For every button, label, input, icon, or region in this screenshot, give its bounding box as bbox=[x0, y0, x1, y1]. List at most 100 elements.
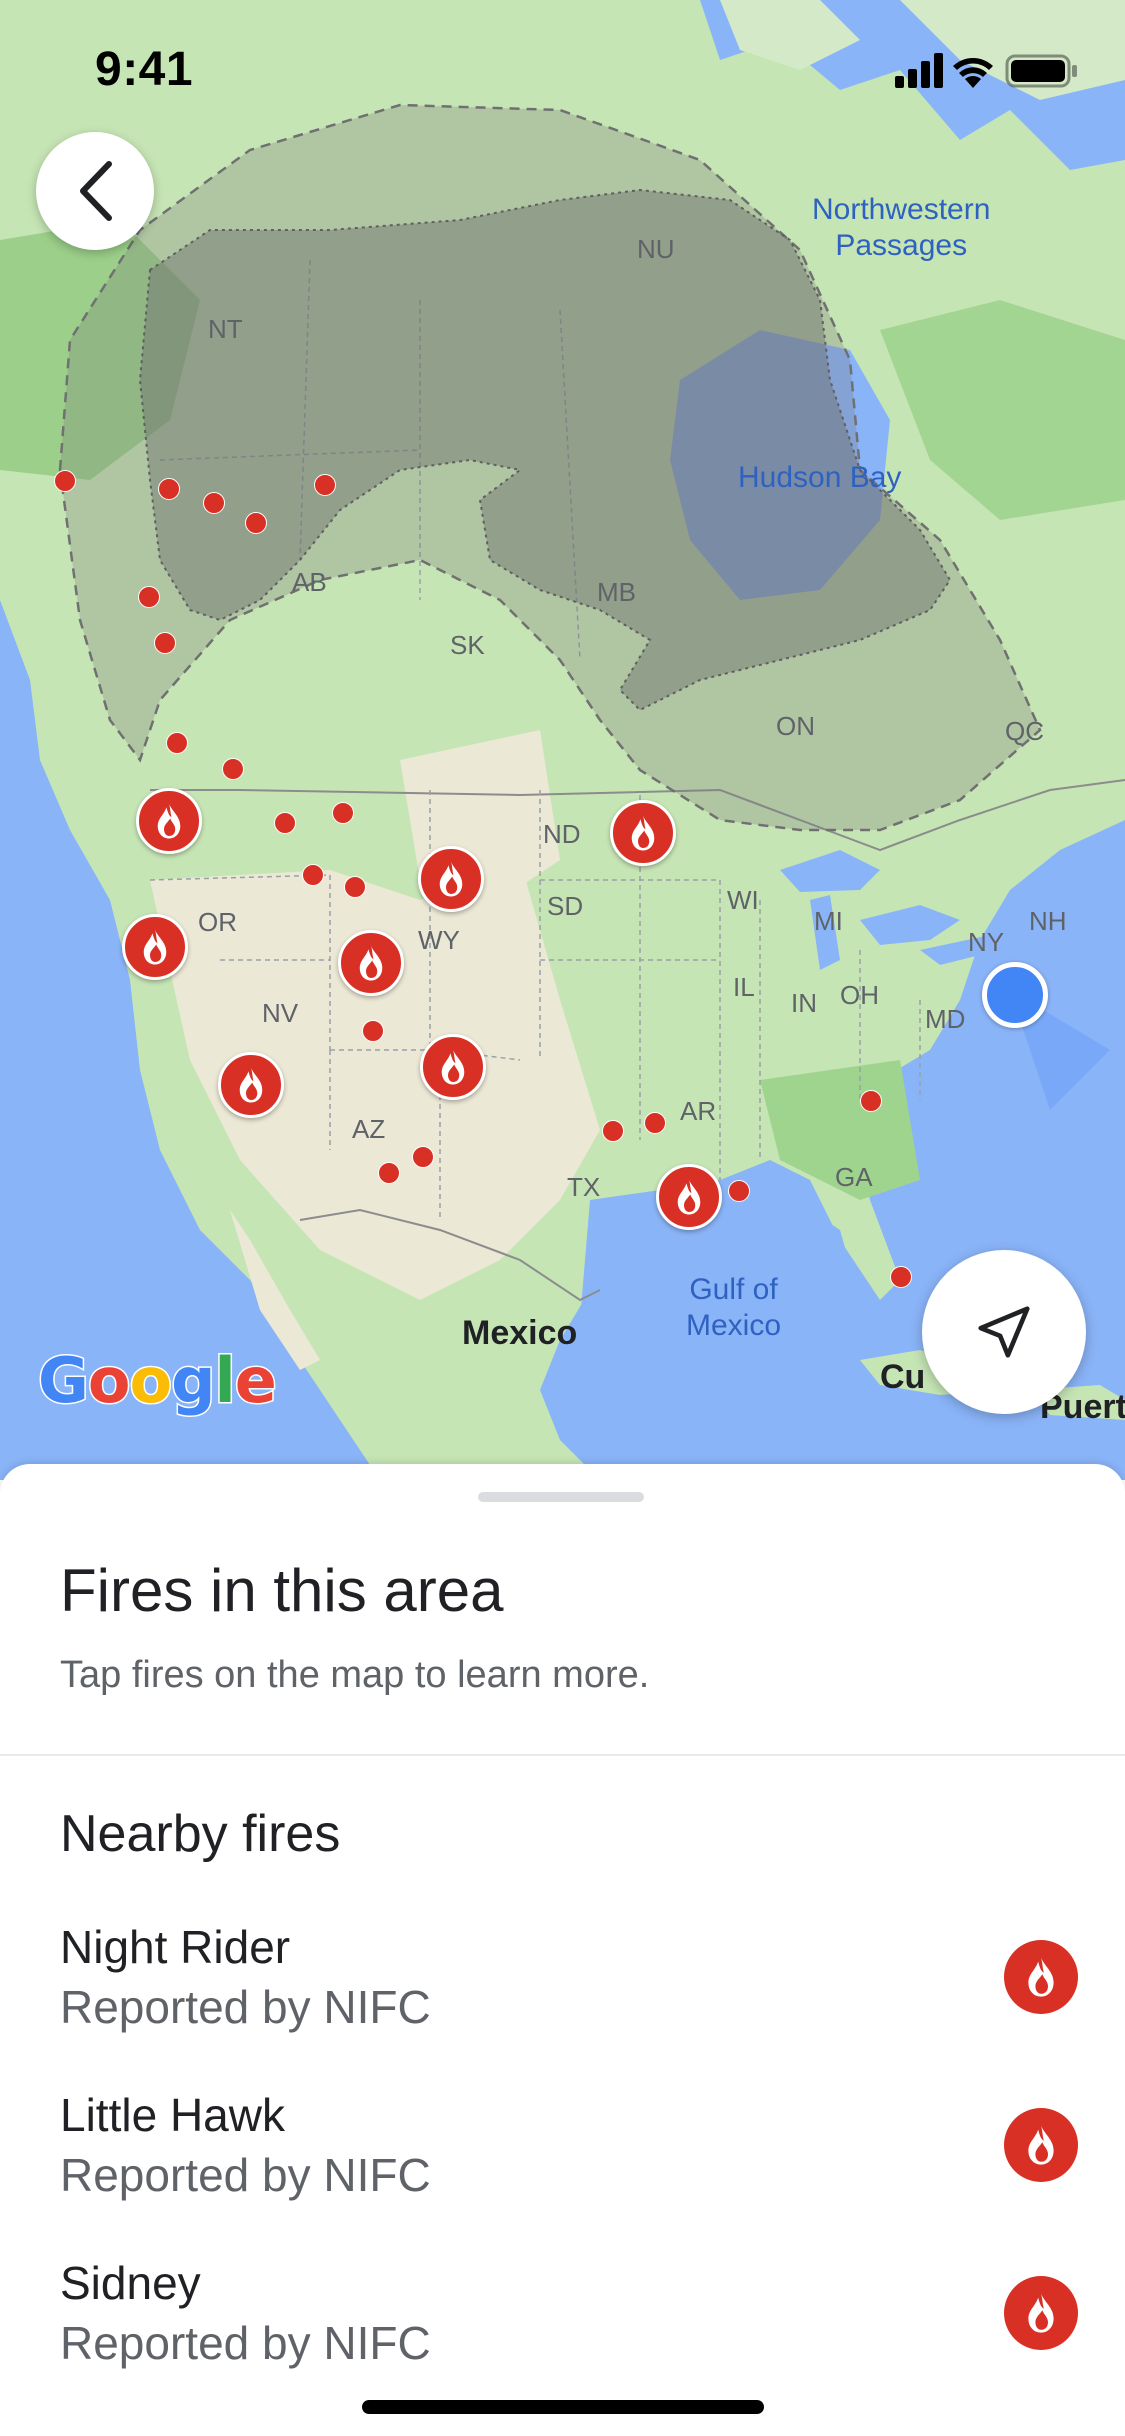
fire-marker[interactable] bbox=[610, 800, 676, 866]
flame-icon bbox=[157, 803, 181, 839]
fire-marker-small[interactable] bbox=[728, 1180, 750, 1202]
label-nu: NU bbox=[637, 234, 675, 264]
label-on: ON bbox=[776, 711, 815, 741]
flame-icon bbox=[439, 861, 463, 897]
fire-marker-small[interactable] bbox=[154, 632, 176, 654]
flame-icon bbox=[677, 1179, 701, 1215]
flame-icon bbox=[239, 1067, 263, 1103]
label-wi: WI bbox=[727, 885, 759, 915]
label-cuba: Cu bbox=[880, 1358, 926, 1396]
my-location-button[interactable] bbox=[922, 1250, 1086, 1414]
label-wy: WY bbox=[418, 925, 460, 955]
fire-marker-small[interactable] bbox=[602, 1120, 624, 1142]
fire-marker-small[interactable] bbox=[274, 812, 296, 834]
fire-marker[interactable] bbox=[338, 930, 404, 996]
fire-marker-small[interactable] bbox=[158, 478, 180, 500]
fire-source: Reported by NIFC bbox=[60, 2317, 431, 2369]
back-button[interactable] bbox=[36, 132, 154, 250]
fire-marker[interactable] bbox=[418, 846, 484, 912]
fire-marker-small[interactable] bbox=[890, 1266, 912, 1288]
fire-source: Reported by NIFC bbox=[60, 2149, 431, 2201]
sheet-grabber[interactable] bbox=[478, 1492, 644, 1502]
fire-marker-small[interactable] bbox=[332, 802, 354, 824]
fire-marker[interactable] bbox=[136, 788, 202, 854]
label-or: OR bbox=[198, 907, 237, 937]
label-qc: QC bbox=[1005, 716, 1044, 746]
label-nh: NH bbox=[1029, 906, 1067, 936]
fire-marker-small[interactable] bbox=[344, 876, 366, 898]
fire-icon bbox=[1004, 2108, 1078, 2182]
label-gulf-of-mexico: Gulf of Mexico bbox=[686, 1273, 782, 1342]
flame-icon bbox=[143, 929, 167, 965]
label-in: IN bbox=[791, 988, 817, 1018]
label-az: AZ bbox=[352, 1114, 386, 1144]
fire-name: Sidney bbox=[60, 2257, 201, 2309]
label-nt: NT bbox=[208, 314, 243, 344]
label-sd: SD bbox=[547, 891, 584, 921]
fire-marker-small[interactable] bbox=[245, 512, 267, 534]
fire-marker-small[interactable] bbox=[302, 864, 324, 886]
sheet-subtitle: Tap fires on the map to learn more. bbox=[60, 1654, 650, 1696]
fire-marker[interactable] bbox=[420, 1034, 486, 1100]
map-view[interactable]: NU NT AB MB SK ON QC ND SD WY OR NV AZ T… bbox=[0, 0, 1125, 1480]
status-icons bbox=[895, 50, 1085, 95]
fire-marker[interactable] bbox=[656, 1164, 722, 1230]
label-il: IL bbox=[733, 972, 755, 1002]
fire-marker-small[interactable] bbox=[378, 1162, 400, 1184]
fire-icon bbox=[1004, 2276, 1078, 2350]
flame-icon bbox=[359, 945, 383, 981]
fire-marker-small[interactable] bbox=[138, 586, 160, 608]
label-nd: ND bbox=[543, 819, 581, 849]
label-oh: OH bbox=[840, 980, 879, 1010]
label-ny: NY bbox=[968, 927, 1005, 957]
fire-icon bbox=[1004, 1940, 1078, 2014]
fire-list-item[interactable]: Little Hawk Reported by NIFC bbox=[0, 2088, 1125, 2238]
fire-marker-small[interactable] bbox=[362, 1020, 384, 1042]
flame-icon bbox=[441, 1049, 465, 1085]
flame-icon bbox=[1028, 1957, 1054, 1997]
fire-marker-small[interactable] bbox=[860, 1090, 882, 1112]
label-nv: NV bbox=[262, 998, 299, 1028]
fire-source: Reported by NIFC bbox=[60, 1981, 431, 2033]
status-time: 9:41 bbox=[95, 43, 194, 96]
sheet-title: Fires in this area bbox=[60, 1557, 504, 1624]
fire-marker-small[interactable] bbox=[166, 732, 188, 754]
fire-marker[interactable] bbox=[122, 914, 188, 980]
fire-marker-small[interactable] bbox=[412, 1146, 434, 1168]
home-indicator[interactable] bbox=[362, 2400, 764, 2414]
fire-name: Night Rider bbox=[60, 1921, 291, 1973]
label-tx: TX bbox=[567, 1172, 601, 1202]
label-mb: MB bbox=[597, 577, 636, 607]
cellular-signal-icon bbox=[895, 53, 943, 88]
fires-bottom-sheet: Fires in this area Tap fires on the map … bbox=[0, 1464, 1125, 2436]
chevron-left-icon bbox=[80, 161, 112, 221]
label-mi: MI bbox=[814, 906, 843, 936]
google-logo: Google bbox=[37, 1343, 279, 1419]
label-northwestern-passages: Northwestern Passages bbox=[812, 193, 991, 262]
label-ar: AR bbox=[680, 1096, 717, 1126]
fire-marker-small[interactable] bbox=[203, 492, 225, 514]
fire-name: Little Hawk bbox=[60, 2089, 285, 2141]
navigation-arrow-icon bbox=[978, 1306, 1030, 1358]
fire-marker-small[interactable] bbox=[644, 1112, 666, 1134]
fire-marker-small[interactable] bbox=[314, 474, 336, 496]
fire-list-item[interactable]: Night Rider Reported by NIFC bbox=[0, 1920, 1125, 2070]
divider bbox=[0, 1754, 1125, 1756]
label-hudson-bay: Hudson Bay bbox=[738, 461, 902, 494]
section-title: Nearby fires bbox=[60, 1805, 341, 1863]
fire-marker-small[interactable] bbox=[222, 758, 244, 780]
label-ga: GA bbox=[835, 1162, 873, 1192]
label-sk: SK bbox=[450, 630, 485, 660]
fire-marker[interactable] bbox=[218, 1052, 284, 1118]
label-ab: AB bbox=[292, 567, 327, 597]
wifi-icon bbox=[953, 57, 993, 88]
status-bar: 9:41 bbox=[0, 0, 1125, 140]
flame-icon bbox=[1028, 2125, 1054, 2165]
fire-list-item[interactable]: Sidney Reported by NIFC bbox=[0, 2256, 1125, 2406]
label-mexico: Mexico bbox=[462, 1314, 578, 1352]
fire-marker-small[interactable] bbox=[54, 470, 76, 492]
user-location-dot bbox=[982, 962, 1048, 1028]
flame-icon bbox=[631, 815, 655, 851]
label-md: MD bbox=[925, 1004, 966, 1034]
battery-icon bbox=[1005, 54, 1077, 88]
